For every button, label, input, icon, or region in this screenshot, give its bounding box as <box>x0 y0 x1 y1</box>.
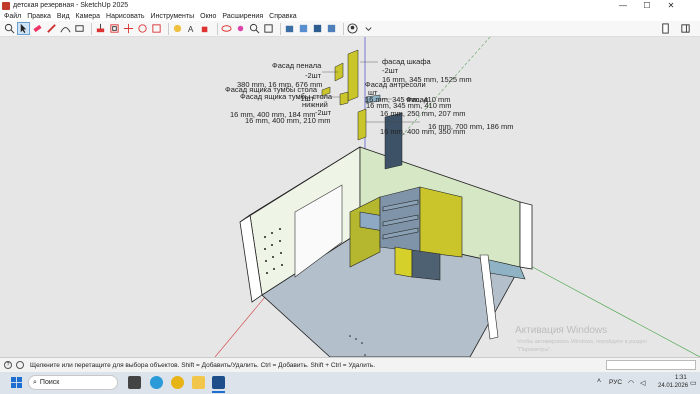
minimize-button[interactable]: — <box>612 0 634 11</box>
label-count-1: -1шт <box>298 94 315 103</box>
layout-icon[interactable] <box>326 23 337 34</box>
menu-file[interactable]: Файл <box>4 13 21 20</box>
drawer-unit <box>394 246 413 278</box>
menu-edit[interactable]: Правка <box>27 13 51 20</box>
status-text: Щелкните или перетащите для выбора объек… <box>30 361 375 369</box>
activation-watermark-title: Активация Windows <box>515 325 608 336</box>
svg-text:A: A <box>188 25 194 34</box>
activation-watermark-line2: Чтобы активировать Windows, перейдите в … <box>517 339 647 345</box>
scale-icon[interactable] <box>151 23 162 34</box>
label-wardrobe-facade: фасад шкафа <box>382 57 432 66</box>
orbit-icon[interactable] <box>221 23 232 34</box>
maximize-button[interactable]: ☐ <box>636 0 658 11</box>
wardrobe-facade-part <box>347 49 359 102</box>
eraser-icon[interactable] <box>32 23 43 34</box>
menu-help[interactable]: Справка <box>269 13 296 20</box>
credits-icon[interactable] <box>16 361 24 369</box>
info-icon[interactable]: ? <box>4 361 12 369</box>
label-pencil-count: -2шт <box>305 71 322 80</box>
edge-icon[interactable] <box>150 376 163 389</box>
measurements-box[interactable] <box>606 360 696 370</box>
close-button[interactable]: ✕ <box>660 0 682 11</box>
extension-warehouse-icon[interactable] <box>312 23 323 34</box>
chrome-icon[interactable] <box>171 376 184 389</box>
notification-icon[interactable]: ▭ <box>690 379 697 387</box>
lower-drawers <box>411 249 441 281</box>
select-tool-icon[interactable] <box>17 22 30 35</box>
toolbar-separator <box>91 22 92 35</box>
menu-extensions[interactable]: Расширения <box>222 13 263 20</box>
pencil-icon[interactable] <box>46 23 57 34</box>
move-icon[interactable] <box>123 23 134 34</box>
taskbar-search[interactable]: ⌕ Поиск <box>28 375 118 390</box>
zoom-extents-icon[interactable] <box>263 23 274 34</box>
rectangle-icon[interactable] <box>74 23 85 34</box>
label-wardrobe-count: -2шт <box>382 66 399 75</box>
warehouse-icon[interactable] <box>284 23 295 34</box>
wifi-icon[interactable]: ◠ <box>628 379 634 387</box>
search-icon[interactable] <box>4 23 15 34</box>
stack-facade-part <box>357 108 367 141</box>
drawer-facade-part <box>339 91 349 106</box>
tape-measure-icon[interactable] <box>172 23 183 34</box>
arc-icon[interactable] <box>60 23 71 34</box>
label-size-207: 16 mm, 250 mm, 207 mm <box>380 109 465 118</box>
rotate-icon[interactable] <box>137 23 148 34</box>
window-title: детская резервная - SketchUp 2025 <box>13 2 129 9</box>
task-view-icon[interactable] <box>128 376 141 389</box>
menu-bar: Файл Правка Вид Камера Нарисовать Инстру… <box>0 11 700 21</box>
components-icon[interactable] <box>298 23 309 34</box>
sketchup-taskbar-icon[interactable] <box>212 376 225 389</box>
label-pencil-facade: Фасад пенала <box>272 61 322 70</box>
explorer-icon[interactable] <box>192 376 205 389</box>
sketchup-icon <box>2 1 10 10</box>
dark-panel-part <box>384 112 403 170</box>
panel-icon[interactable] <box>680 23 691 34</box>
text-icon[interactable]: A <box>186 23 197 34</box>
zoom-icon[interactable] <box>249 23 260 34</box>
chevron-down-icon[interactable] <box>363 23 374 34</box>
menu-tools[interactable]: Инструменты <box>150 13 194 20</box>
active-app-indicator <box>212 391 225 393</box>
search-icon: ⌕ <box>33 378 37 386</box>
title-bar: детская резервная - SketchUp 2025 <box>0 0 700 11</box>
volume-icon[interactable]: ◁ <box>640 379 645 387</box>
menu-view[interactable]: Вид <box>57 13 70 20</box>
start-button[interactable] <box>11 377 22 388</box>
clock-date[interactable]: 24.01.2026 <box>658 383 688 389</box>
modeling-viewport[interactable]: Фасад пенала -2шт 380 mm, 16 mm, 676 mm … <box>0 37 700 357</box>
status-bar: ? Щелкните или перетащите для выбора объ… <box>0 357 700 372</box>
model-canvas: Фасад пенала -2шт 380 mm, 16 mm, 676 mm … <box>214 37 700 357</box>
right-wall-edge <box>519 201 533 270</box>
language-indicator[interactable]: РУС <box>609 379 622 386</box>
label-size-186: 16 mm, 700 mm, 186 mm <box>428 122 513 131</box>
toolbar-separator <box>280 22 281 35</box>
search-placeholder: Поиск <box>39 379 60 386</box>
label-size-210: 16 mm, 400 mm, 210 mm <box>245 116 330 125</box>
activation-watermark-line3: "Параметры". <box>517 347 552 353</box>
pan-icon[interactable] <box>235 23 246 34</box>
menu-draw[interactable]: Нарисовать <box>106 13 144 20</box>
toolbar-separator <box>343 22 344 35</box>
clock-time[interactable]: 1:31 <box>675 375 687 381</box>
toolbar-separator <box>168 22 169 35</box>
wardrobe-front <box>419 186 463 258</box>
offset-icon[interactable] <box>109 23 120 34</box>
chevron-up-icon[interactable]: ˄ <box>597 378 601 385</box>
push-pull-icon[interactable] <box>95 23 106 34</box>
toolbar-separator <box>217 22 218 35</box>
document-icon[interactable] <box>660 23 671 34</box>
menu-window[interactable]: Окно <box>200 13 216 20</box>
paint-bucket-icon[interactable] <box>200 23 211 34</box>
main-toolbar: A <box>0 21 700 37</box>
menu-camera[interactable]: Камера <box>76 13 100 20</box>
account-icon[interactable] <box>347 23 358 34</box>
